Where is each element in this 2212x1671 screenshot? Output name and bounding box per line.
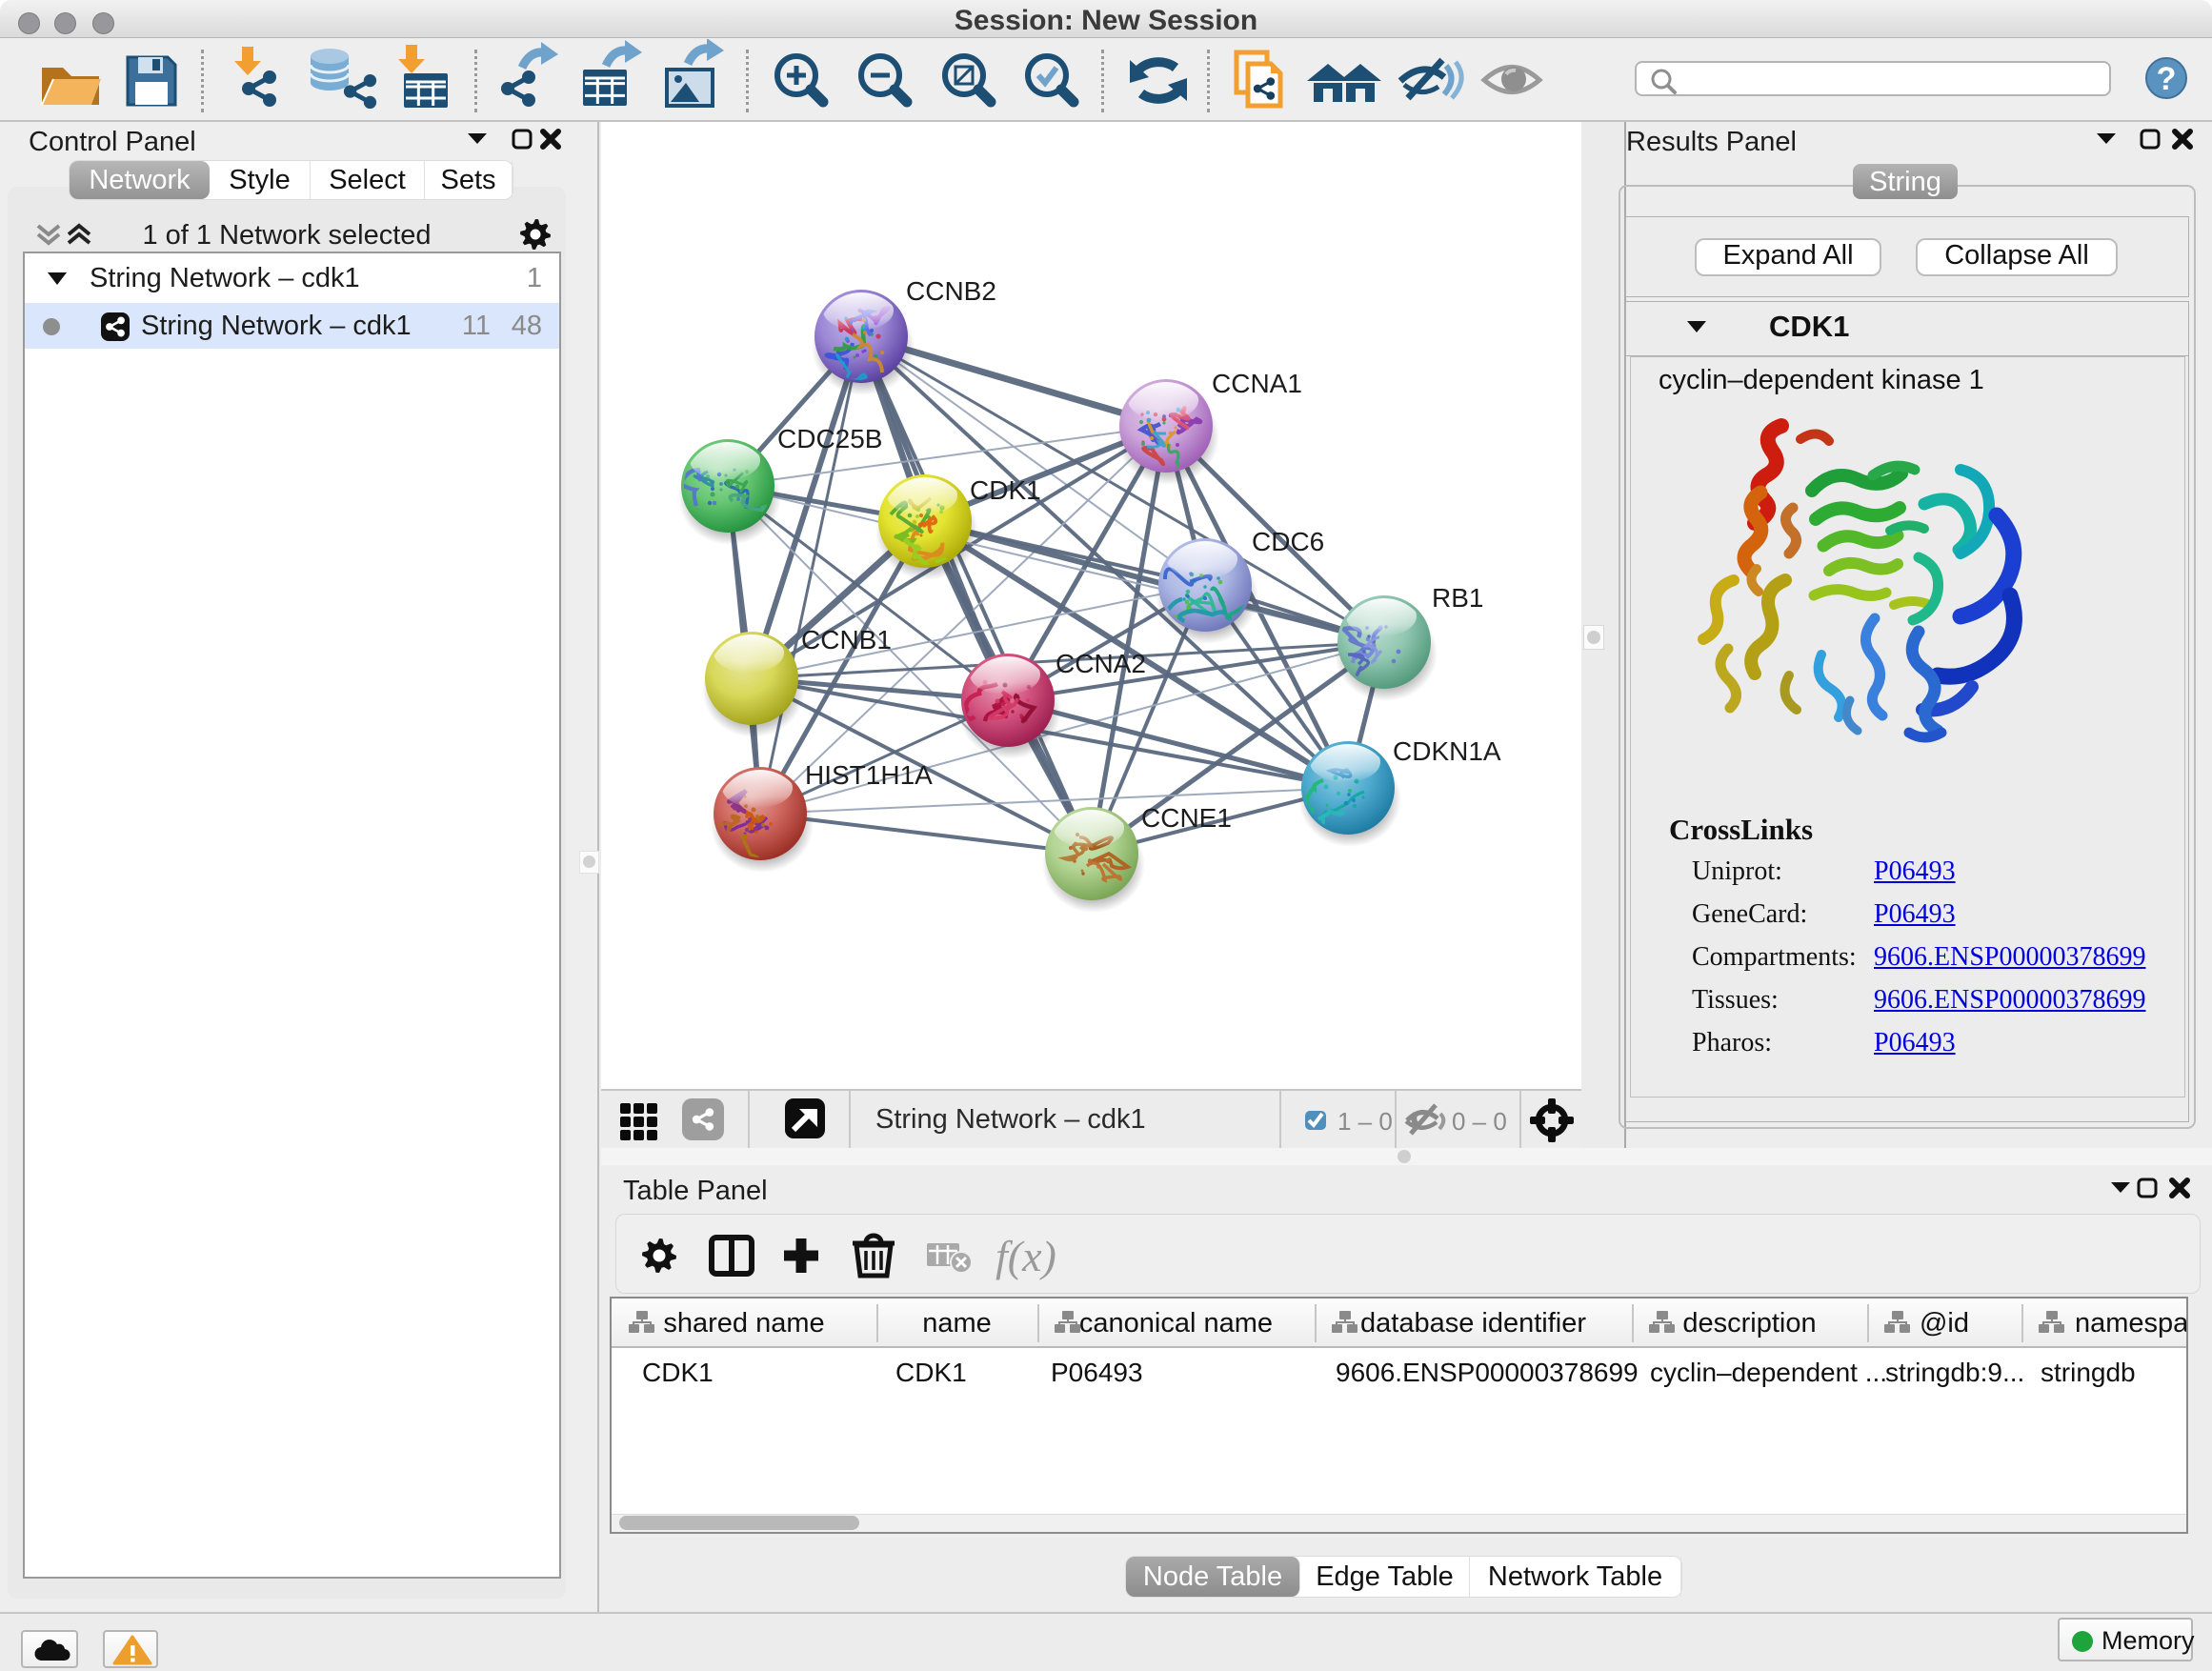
svg-text:f(x): f(x) (995, 1232, 1056, 1280)
svg-text:CCNB1: CCNB1 (801, 625, 892, 654)
svg-text:CDC6: CDC6 (1252, 527, 1324, 556)
svg-text:?: ? (2157, 61, 2177, 97)
svg-text:CCNB2: CCNB2 (906, 276, 996, 306)
svg-text:CCNE1: CCNE1 (1141, 803, 1232, 833)
svg-text:CDK1: CDK1 (970, 475, 1041, 505)
svg-text:CDC25B: CDC25B (777, 424, 882, 453)
svg-text:HIST1H1A: HIST1H1A (805, 760, 933, 790)
svg-text:RB1: RB1 (1432, 583, 1483, 613)
svg-text:CCNA1: CCNA1 (1212, 369, 1302, 398)
svg-text:CDKN1A: CDKN1A (1393, 736, 1501, 766)
svg-text:CCNA2: CCNA2 (1056, 649, 1146, 678)
